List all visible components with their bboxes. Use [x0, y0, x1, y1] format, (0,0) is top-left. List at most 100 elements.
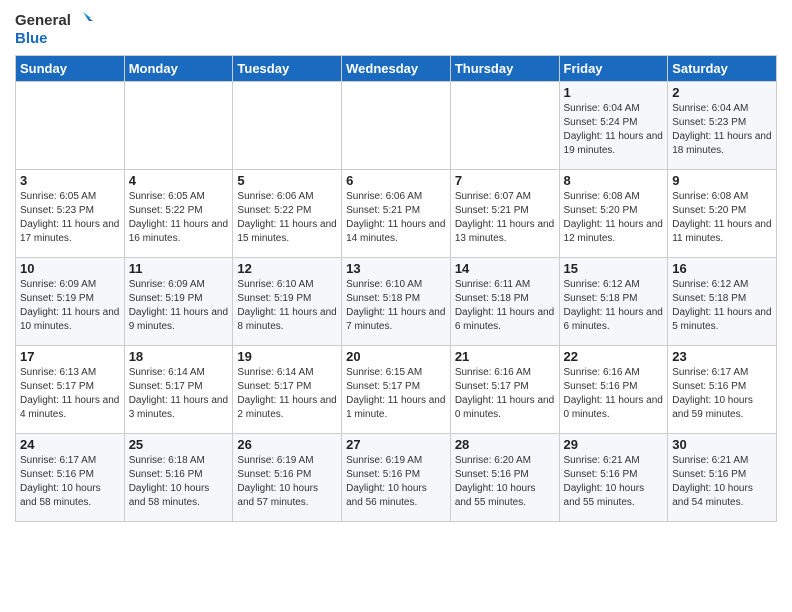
day-number: 14 — [455, 261, 555, 276]
day-number: 17 — [20, 349, 120, 364]
calendar-day-cell: 8 Sunrise: 6:08 AMSunset: 5:20 PMDaylight… — [559, 170, 668, 258]
calendar-week-row: 1 Sunrise: 6:04 AMSunset: 5:24 PMDaylight… — [16, 82, 777, 170]
calendar-day-cell: 6 Sunrise: 6:06 AMSunset: 5:21 PMDaylight… — [342, 170, 451, 258]
logo-bird-icon — [73, 10, 93, 30]
calendar-week-row: 24 Sunrise: 6:17 AMSunset: 5:16 PMDayligh… — [16, 434, 777, 522]
day-info: Sunrise: 6:17 AMSunset: 5:16 PMDaylight:… — [672, 366, 772, 422]
calendar-table: SundayMondayTuesdayWednesdayThursdayFrid… — [15, 55, 777, 522]
calendar-day-cell — [233, 82, 342, 170]
day-info: Sunrise: 6:07 AMSunset: 5:21 PMDaylight:… — [455, 190, 555, 246]
weekday-header-tuesday: Tuesday — [233, 56, 342, 82]
day-info: Sunrise: 6:16 AMSunset: 5:16 PMDaylight:… — [564, 366, 664, 422]
day-number: 6 — [346, 173, 446, 188]
day-number: 20 — [346, 349, 446, 364]
day-info: Sunrise: 6:12 AMSunset: 5:18 PMDaylight:… — [564, 278, 664, 334]
logo-general-text: General — [15, 12, 71, 29]
calendar-day-cell: 26 Sunrise: 6:19 AMSunset: 5:16 PMDayligh… — [233, 434, 342, 522]
weekday-header-thursday: Thursday — [450, 56, 559, 82]
day-number: 4 — [129, 173, 229, 188]
day-info: Sunrise: 6:19 AMSunset: 5:16 PMDaylight:… — [237, 454, 337, 510]
calendar-day-cell: 4 Sunrise: 6:05 AMSunset: 5:22 PMDaylight… — [124, 170, 233, 258]
calendar-day-cell: 30Sunrise: 6:21 AMSunset: 5:16 PMDayligh… — [668, 434, 777, 522]
calendar-day-cell: 18 Sunrise: 6:14 AMSunset: 5:17 PMDayligh… — [124, 346, 233, 434]
calendar-day-cell: 27Sunrise: 6:19 AMSunset: 5:16 PMDayligh… — [342, 434, 451, 522]
calendar-week-row: 3 Sunrise: 6:05 AMSunset: 5:23 PMDaylight… — [16, 170, 777, 258]
calendar-day-cell — [16, 82, 125, 170]
day-number: 10 — [20, 261, 120, 276]
calendar-day-cell: 25 Sunrise: 6:18 AMSunset: 5:16 PMDayligh… — [124, 434, 233, 522]
day-number: 25 — [129, 437, 229, 452]
day-info: Sunrise: 6:12 AMSunset: 5:18 PMDaylight:… — [672, 278, 772, 334]
calendar-day-cell: 16 Sunrise: 6:12 AMSunset: 5:18 PMDayligh… — [668, 258, 777, 346]
day-info: Sunrise: 6:09 AMSunset: 5:19 PMDaylight:… — [129, 278, 229, 334]
day-info: Sunrise: 6:13 AMSunset: 5:17 PMDaylight:… — [20, 366, 120, 422]
day-info: Sunrise: 6:08 AMSunset: 5:20 PMDaylight:… — [564, 190, 664, 246]
calendar-day-cell — [450, 82, 559, 170]
day-number: 16 — [672, 261, 772, 276]
day-number: 1 — [564, 85, 664, 100]
calendar-day-cell: 13 Sunrise: 6:10 AMSunset: 5:18 PMDayligh… — [342, 258, 451, 346]
calendar-day-cell: 17 Sunrise: 6:13 AMSunset: 5:17 PMDayligh… — [16, 346, 125, 434]
day-number: 2 — [672, 85, 772, 100]
calendar-day-cell: 14Sunrise: 6:11 AMSunset: 5:18 PMDayligh… — [450, 258, 559, 346]
day-number: 9 — [672, 173, 772, 188]
day-info: Sunrise: 6:08 AMSunset: 5:20 PMDaylight:… — [672, 190, 772, 246]
day-info: Sunrise: 6:10 AMSunset: 5:19 PMDaylight:… — [237, 278, 337, 334]
day-number: 15 — [564, 261, 664, 276]
day-info: Sunrise: 6:06 AMSunset: 5:22 PMDaylight:… — [237, 190, 337, 246]
day-info: Sunrise: 6:05 AMSunset: 5:23 PMDaylight:… — [20, 190, 120, 246]
day-info: Sunrise: 6:09 AMSunset: 5:19 PMDaylight:… — [20, 278, 120, 334]
day-number: 18 — [129, 349, 229, 364]
calendar-day-cell: 9 Sunrise: 6:08 AMSunset: 5:20 PMDaylight… — [668, 170, 777, 258]
weekday-header-monday: Monday — [124, 56, 233, 82]
calendar-day-cell: 20 Sunrise: 6:15 AMSunset: 5:17 PMDayligh… — [342, 346, 451, 434]
day-info: Sunrise: 6:17 AMSunset: 5:16 PMDaylight:… — [20, 454, 120, 510]
calendar-day-cell — [342, 82, 451, 170]
calendar-day-cell: 11 Sunrise: 6:09 AMSunset: 5:19 PMDayligh… — [124, 258, 233, 346]
day-number: 27 — [346, 437, 446, 452]
calendar-day-cell: 22 Sunrise: 6:16 AMSunset: 5:16 PMDayligh… — [559, 346, 668, 434]
day-number: 26 — [237, 437, 337, 452]
day-info: Sunrise: 6:14 AMSunset: 5:17 PMDaylight:… — [129, 366, 229, 422]
day-number: 19 — [237, 349, 337, 364]
weekday-header-sunday: Sunday — [16, 56, 125, 82]
day-number: 8 — [564, 173, 664, 188]
day-number: 12 — [237, 261, 337, 276]
day-info: Sunrise: 6:16 AMSunset: 5:17 PMDaylight:… — [455, 366, 555, 422]
calendar-day-cell: 3 Sunrise: 6:05 AMSunset: 5:23 PMDaylight… — [16, 170, 125, 258]
calendar-day-cell: 24 Sunrise: 6:17 AMSunset: 5:16 PMDayligh… — [16, 434, 125, 522]
calendar-day-cell: 7Sunrise: 6:07 AMSunset: 5:21 PMDaylight… — [450, 170, 559, 258]
weekday-header-row: SundayMondayTuesdayWednesdayThursdayFrid… — [16, 56, 777, 82]
day-number: 11 — [129, 261, 229, 276]
logo-blue-text: Blue — [15, 30, 48, 47]
day-info: Sunrise: 6:04 AMSunset: 5:23 PMDaylight:… — [672, 102, 772, 158]
calendar-day-cell: 2 Sunrise: 6:04 AMSunset: 5:23 PMDaylight… — [668, 82, 777, 170]
day-number: 23 — [672, 349, 772, 364]
calendar-day-cell: 5 Sunrise: 6:06 AMSunset: 5:22 PMDaylight… — [233, 170, 342, 258]
day-info: Sunrise: 6:06 AMSunset: 5:21 PMDaylight:… — [346, 190, 446, 246]
day-number: 24 — [20, 437, 120, 452]
day-info: Sunrise: 6:05 AMSunset: 5:22 PMDaylight:… — [129, 190, 229, 246]
calendar-day-cell: 19Sunrise: 6:14 AMSunset: 5:17 PMDayligh… — [233, 346, 342, 434]
day-info: Sunrise: 6:20 AMSunset: 5:16 PMDaylight:… — [455, 454, 555, 510]
day-number: 3 — [20, 173, 120, 188]
day-info: Sunrise: 6:21 AMSunset: 5:16 PMDaylight:… — [564, 454, 664, 510]
calendar-week-row: 10 Sunrise: 6:09 AMSunset: 5:19 PMDayligh… — [16, 258, 777, 346]
calendar-week-row: 17 Sunrise: 6:13 AMSunset: 5:17 PMDayligh… — [16, 346, 777, 434]
day-number: 13 — [346, 261, 446, 276]
calendar-day-cell: 12 Sunrise: 6:10 AMSunset: 5:19 PMDayligh… — [233, 258, 342, 346]
day-number: 22 — [564, 349, 664, 364]
day-number: 28 — [455, 437, 555, 452]
day-info: Sunrise: 6:18 AMSunset: 5:16 PMDaylight:… — [129, 454, 229, 510]
day-number: 21 — [455, 349, 555, 364]
weekday-header-saturday: Saturday — [668, 56, 777, 82]
day-info: Sunrise: 6:10 AMSunset: 5:18 PMDaylight:… — [346, 278, 446, 334]
weekday-header-wednesday: Wednesday — [342, 56, 451, 82]
day-info: Sunrise: 6:04 AMSunset: 5:24 PMDaylight:… — [564, 102, 664, 158]
calendar-day-cell: 15 Sunrise: 6:12 AMSunset: 5:18 PMDayligh… — [559, 258, 668, 346]
day-info: Sunrise: 6:15 AMSunset: 5:17 PMDaylight:… — [346, 366, 446, 422]
logo: General Blue — [15, 10, 93, 47]
day-number: 5 — [237, 173, 337, 188]
calendar-day-cell: 23 Sunrise: 6:17 AMSunset: 5:16 PMDayligh… — [668, 346, 777, 434]
calendar-day-cell: 10 Sunrise: 6:09 AMSunset: 5:19 PMDayligh… — [16, 258, 125, 346]
